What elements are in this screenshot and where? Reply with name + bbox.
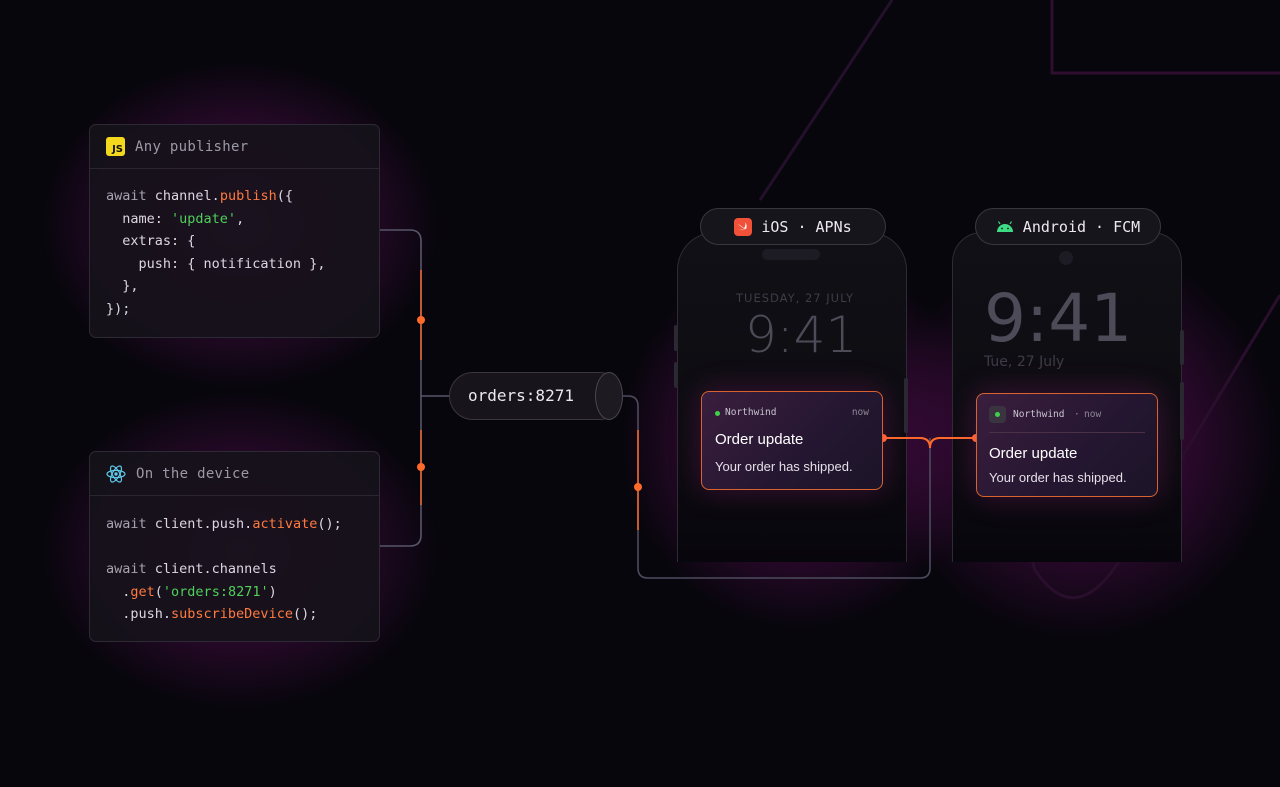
notification-separator: ·: [1074, 409, 1080, 420]
notification-time: now: [851, 407, 869, 418]
status-dot: [995, 412, 1000, 417]
android-notification[interactable]: Northwind · now Order update Your order …: [976, 393, 1158, 497]
notification-body: Your order has shipped.: [715, 459, 853, 474]
notification-time: now: [1084, 409, 1102, 420]
device-connector: [380, 396, 422, 547]
swift-icon: [734, 217, 753, 236]
notification-app-name: Northwind: [725, 407, 777, 418]
notification-body: Your order has shipped.: [989, 470, 1127, 485]
ios-notification[interactable]: Northwind now Order update Your order ha…: [701, 391, 883, 490]
ios-platform-label: iOS · APNs: [761, 217, 852, 236]
notification-app-name: Northwind: [1013, 409, 1065, 420]
notification-app-icon: [989, 406, 1006, 423]
notification-title: Order update: [989, 445, 1078, 462]
channel-cylinder-cap: [595, 372, 623, 420]
channel-label: orders:8271: [468, 386, 574, 405]
channel-pill: orders:8271: [449, 372, 623, 420]
swift-bird-glyph: [738, 221, 748, 230]
signal-dot: [634, 483, 642, 491]
status-dot: [715, 411, 720, 416]
android-icon: [996, 220, 1013, 232]
ios-branch: [883, 437, 931, 449]
notification-divider: [989, 432, 1145, 433]
android-branch: [929, 437, 976, 449]
android-platform-pill: Android · FCM: [975, 208, 1161, 245]
android-platform-label: Android · FCM: [1022, 217, 1141, 236]
publisher-connector: [380, 229, 449, 397]
signal-dot: [417, 463, 425, 471]
signal-dot: [417, 316, 425, 324]
notification-title: Order update: [715, 431, 804, 448]
ios-platform-pill: iOS · APNs: [700, 208, 886, 245]
